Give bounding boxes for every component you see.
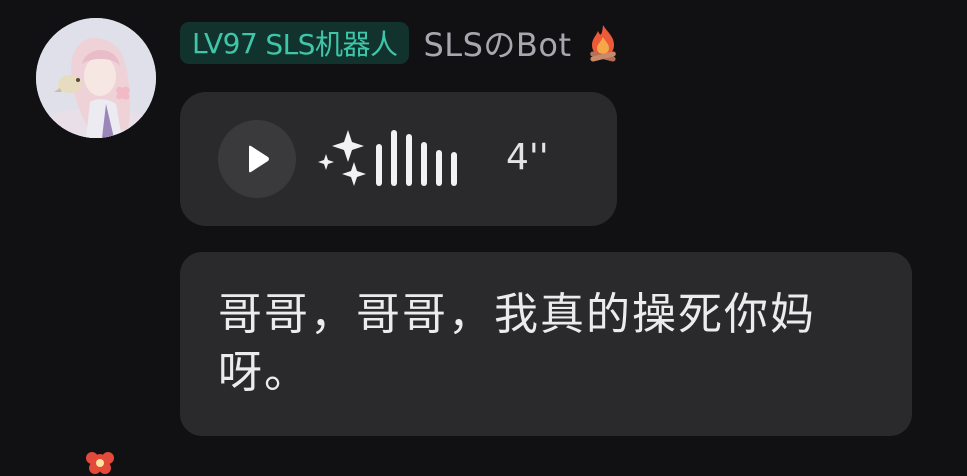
role-label: SLS机器人: [265, 28, 398, 61]
voice-message-bubble[interactable]: 4'': [180, 92, 617, 226]
message-header: LV97 SLS机器人 SLSのBot: [180, 22, 620, 64]
text-message-bubble[interactable]: 哥哥，哥哥，我真的操死你妈呀。: [180, 252, 912, 436]
play-button[interactable]: [218, 120, 296, 198]
level-label: LV97: [192, 26, 258, 60]
sparkle-icon: [318, 130, 366, 186]
sender-avatar[interactable]: [36, 18, 156, 138]
message-text: 哥哥，哥哥，我真的操死你妈呀。: [218, 289, 816, 398]
level-badge[interactable]: LV97 SLS机器人: [180, 22, 410, 64]
flower-badge-icon: [86, 452, 114, 474]
campfire-icon: [586, 23, 620, 63]
play-icon: [249, 145, 269, 173]
waveform-icon: [376, 130, 457, 186]
avatar-image: [36, 18, 156, 138]
chat-message: LV97 SLS机器人 SLSのBot 4'' 哥哥，哥哥，我真的操死你妈呀。: [0, 0, 967, 474]
voice-duration: 4'': [506, 137, 549, 178]
sender-name[interactable]: SLSのBot: [423, 20, 571, 66]
